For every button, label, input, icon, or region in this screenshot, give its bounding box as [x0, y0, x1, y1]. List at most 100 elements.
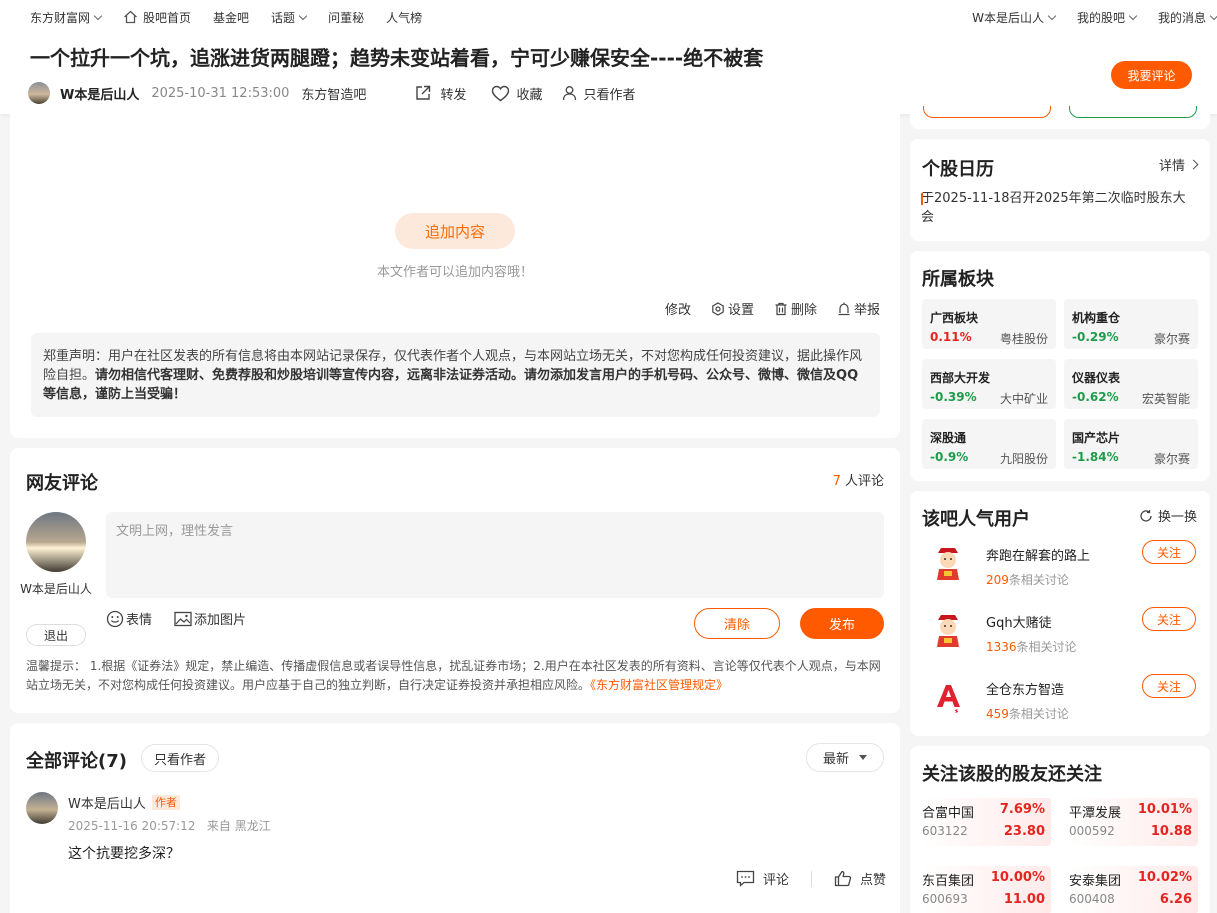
calendar-event-marker [921, 193, 923, 205]
comment-actions: 评论 点赞 [736, 869, 886, 888]
related-stock[interactable]: 东百集团 10.00% 600693 11.00 [921, 866, 1051, 913]
current-user-name: W本是后山人 [20, 582, 92, 596]
sidebar-top-button-left[interactable] [923, 106, 1051, 118]
all-comments-title: 全部评论(7) [26, 751, 127, 772]
follow-button[interactable]: 关注 [1142, 607, 1196, 631]
related-stock[interactable]: 安泰集团 10.02% 600408 6.26 [1068, 866, 1198, 913]
reply-button[interactable]: 评论 [736, 869, 789, 888]
sector-item[interactable]: 国产芯片 -1.84% 豪尔赛 [1064, 419, 1198, 469]
add-image-button[interactable]: 添加图片 [174, 609, 246, 628]
nav-topics[interactable]: 话题 [271, 9, 308, 26]
comment-tips: 温馨提示： 1.根据《证券法》规定，禁止编造、传播虚假信息或者误导性信息，扰乱证… [26, 659, 881, 692]
emoji-button[interactable]: 表情 [106, 609, 152, 628]
edit-button[interactable]: 修改 [665, 299, 691, 318]
like-button[interactable]: 点赞 [834, 869, 886, 888]
nav-user-menu[interactable]: W本是后山人 [972, 9, 1057, 26]
sidebar-top-button-right[interactable] [1069, 106, 1197, 118]
logout-button[interactable]: 退出 [26, 624, 86, 646]
popular-user-count: 459条相关讨论 [986, 707, 1069, 721]
popular-user-name[interactable]: Gqh大赌徒 [986, 612, 1052, 631]
popular-user-name[interactable]: 奔跑在解套的路上 [986, 545, 1090, 564]
nav-guba-home[interactable]: 股吧首页 [123, 9, 191, 26]
trash-icon [775, 302, 787, 315]
share-icon [416, 85, 431, 100]
sort-select[interactable]: 最新 [806, 743, 884, 772]
share-button[interactable]: 转发 [414, 84, 466, 103]
divider [810, 870, 812, 887]
post-bar-link[interactable]: 东方智造吧 [301, 84, 366, 103]
add-content-button[interactable]: 追加内容 [395, 213, 515, 249]
report-button[interactable]: 举报 [837, 299, 880, 318]
thumbs-up-icon [834, 870, 852, 887]
popular-user-count: 209条相关讨论 [986, 573, 1069, 587]
fortune-god-avatar-icon[interactable] [928, 610, 968, 650]
comment-time: 2025-11-16 20:57:12 来自 黑龙江 [68, 819, 271, 833]
avatar[interactable] [28, 82, 50, 104]
sector-item[interactable]: 仪器仪表 -0.62% 宏英智能 [1064, 359, 1198, 409]
comment-tools: 表情 添加图片 [106, 609, 268, 628]
top-nav: 东方财富网 股吧首页 基金吧 话题 问董秘 人气榜 W本是后山人 我的股吧 我的… [0, 0, 1217, 34]
only-author-filter[interactable]: 只看作者 [141, 744, 219, 772]
disclaimer: 郑重声明：用户在社区发表的所有信息将由本网站记录保存，仅代表作者个人观点，与本网… [31, 333, 880, 417]
popular-user-name[interactable]: 全仓东方智造 [986, 679, 1064, 698]
nav-fund-bar[interactable]: 基金吧 [213, 9, 249, 26]
post-title: 一个拉升一个坑，追涨进货两腿蹬；趋势未变站着看，宁可少赚保安全----绝不被套 [30, 46, 764, 70]
nav-my-messages[interactable]: 我的消息 [1158, 9, 1217, 26]
nav-eastmoney[interactable]: 东方财富网 [30, 9, 103, 26]
post-ops: 修改 设置 删除 举报 [645, 299, 880, 318]
also-follow-title: 关注该股的股友还关注 [922, 764, 1102, 785]
settings-button[interactable]: 设置 [711, 299, 754, 318]
popular-user-count: 1336条相关讨论 [986, 640, 1077, 654]
nav-popularity[interactable]: 人气榜 [386, 9, 422, 26]
chevron-down-icon [1047, 11, 1057, 20]
sector-item[interactable]: 西部大开发 -0.39% 大中矿业 [922, 359, 1056, 409]
chevron-down-icon [93, 11, 103, 20]
gear-icon [712, 301, 724, 316]
comment-box-title: 网友评论 [26, 473, 98, 494]
all-comments: 全部评论(7) 只看作者 最新 W本是后山人 作者 2025-11-16 20:5… [10, 723, 900, 913]
avatar[interactable] [26, 792, 58, 824]
refresh-button[interactable]: 换一换 [1139, 506, 1197, 525]
emoji-icon [106, 610, 124, 627]
heart-icon [492, 85, 510, 101]
calendar-more-link[interactable]: 详情 [1159, 155, 1199, 174]
comment-count: 7 人评论 [832, 474, 884, 489]
add-content-hint: 本文作者可以追加内容哦！ [376, 265, 533, 280]
clear-button[interactable]: 清除 [694, 608, 780, 639]
publish-button[interactable]: 发布 [800, 608, 884, 639]
chevron-right-icon [1188, 159, 1199, 170]
post-author[interactable]: W本是后山人 [60, 84, 139, 103]
comment-input[interactable]: 文明上网，理性发言 [106, 512, 884, 598]
letter-a-avatar-icon[interactable] [928, 677, 968, 717]
chevron-down-icon [298, 11, 308, 20]
post-header: 一个拉升一个坑，追涨进货两腿蹬；趋势未变站着看，宁可少赚保安全----绝不被套 … [0, 34, 1217, 114]
avatar[interactable] [26, 512, 86, 572]
delete-button[interactable]: 删除 [774, 299, 817, 318]
comment-box: 网友评论 7 人评论 W本是后山人 退出 文明上网，理性发言 表情 添加图片 清… [10, 448, 900, 713]
calendar-title: 个股日历 [922, 159, 994, 180]
comment-icon [736, 870, 755, 887]
follow-button[interactable]: 关注 [1142, 540, 1196, 564]
sector-item[interactable]: 机构重仓 -0.29% 豪尔赛 [1064, 299, 1198, 349]
sector-item[interactable]: 深股通 -0.9% 九阳股份 [922, 419, 1056, 469]
chevron-down-icon [1209, 11, 1217, 20]
sector-item[interactable]: 广西板块 0.11% 粤桂股份 [922, 299, 1056, 349]
favorite-button[interactable]: 收藏 [491, 84, 542, 103]
only-author-button[interactable]: 只看作者 [562, 84, 635, 103]
follow-button[interactable]: 关注 [1142, 674, 1196, 698]
post-meta: W本是后山人 2025-10-31 12:53:00 东方智造吧 转发 收藏 只… [28, 82, 635, 104]
top-nav-right: W本是后山人 我的股吧 我的消息 [950, 9, 1217, 26]
chevron-down-icon [1128, 11, 1138, 20]
related-stock[interactable]: 合富中国 7.69% 603122 23.80 [921, 798, 1051, 846]
community-rules-link[interactable]: 《东方财富社区管理规定》 [590, 678, 728, 692]
top-nav-left: 东方财富网 股吧首页 基金吧 话题 问董秘 人气榜 [0, 9, 444, 26]
nav-my-bar[interactable]: 我的股吧 [1077, 9, 1138, 26]
caret-down-icon [859, 755, 867, 760]
write-comment-button[interactable]: 我要评论 [1111, 61, 1192, 89]
calendar-event[interactable]: 于2025-11-18召开2025年第二次临时股东大会 [921, 189, 1197, 227]
alarm-icon [838, 302, 850, 315]
related-stock[interactable]: 平潭发展 10.01% 000592 10.88 [1068, 798, 1198, 846]
post-date: 2025-10-31 12:53:00 [151, 85, 290, 101]
nav-ask-secretary[interactable]: 问董秘 [328, 9, 364, 26]
fortune-god-avatar-icon[interactable] [928, 543, 968, 583]
